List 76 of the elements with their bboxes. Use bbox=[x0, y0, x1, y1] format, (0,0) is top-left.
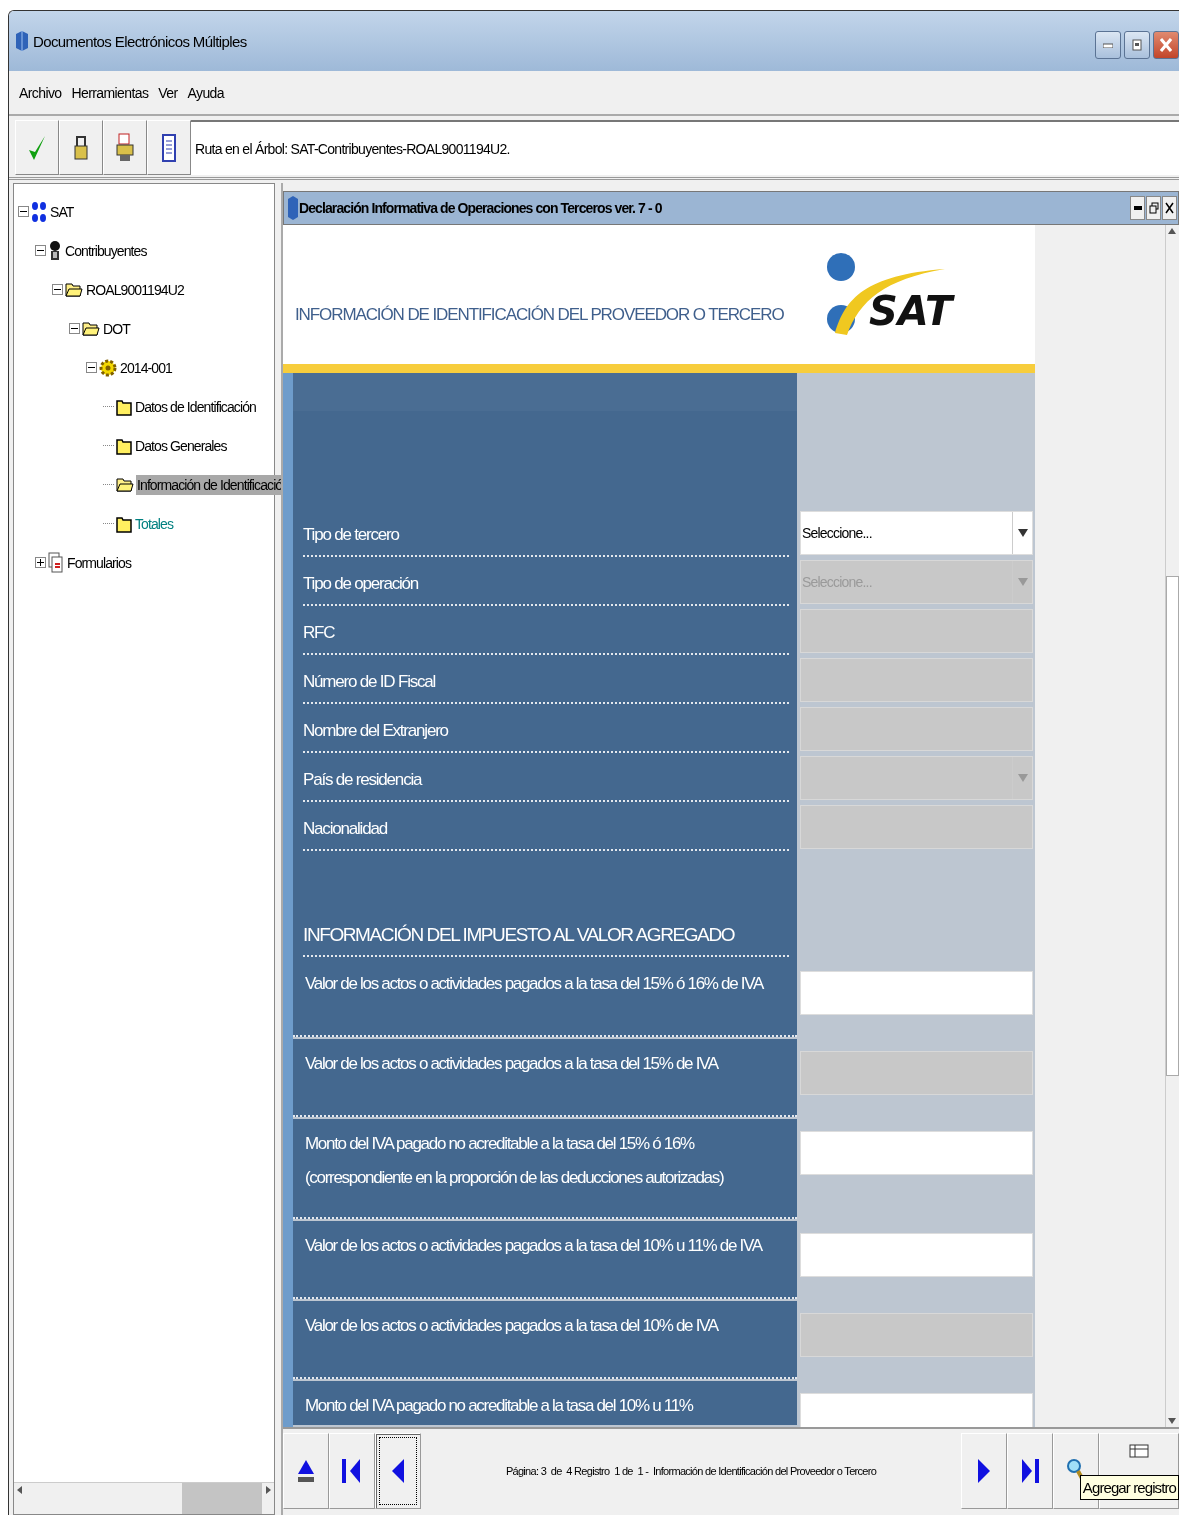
document-title: Declaración Informativa de Operaciones con Terceros ver. 7 - 0 bbox=[299, 200, 663, 216]
field-label: Valor de los actos o actividades pagados a la tasa del 10% de IVA bbox=[305, 1316, 718, 1335]
minimize-button[interactable] bbox=[1130, 196, 1145, 220]
collapse-toggle[interactable] bbox=[52, 284, 63, 295]
field-label: Valor de los actos o actividades pagados a la tasa del 10% u 11% de IVA bbox=[305, 1236, 762, 1255]
app-icon bbox=[15, 30, 29, 52]
close-icon bbox=[1160, 38, 1172, 52]
input-field[interactable] bbox=[800, 1393, 1033, 1427]
menu-item[interactable]: Herramientas bbox=[71, 84, 149, 101]
document-button[interactable] bbox=[147, 120, 191, 175]
person-icon bbox=[48, 239, 62, 262]
tree-item[interactable]: Totales bbox=[134, 513, 175, 534]
menu-item[interactable]: Ayuda bbox=[187, 84, 224, 101]
tree-item[interactable]: Contribuyentes bbox=[64, 240, 148, 261]
section-heading: INFORMACIÓN DEL IMPUESTO AL VALOR AGREGADO bbox=[303, 915, 789, 957]
close-icon bbox=[1165, 202, 1174, 214]
tree-item[interactable]: ROAL9001194U2 bbox=[85, 279, 185, 300]
tree-item[interactable]: Datos Generales bbox=[134, 435, 228, 456]
up-button[interactable] bbox=[283, 1433, 329, 1509]
form-icon bbox=[1129, 1444, 1149, 1458]
printer-icon bbox=[116, 132, 134, 163]
collapse-toggle[interactable] bbox=[18, 206, 29, 217]
menu-item[interactable]: Archivo bbox=[19, 84, 62, 101]
folder-icon bbox=[116, 514, 132, 533]
app-icon bbox=[287, 195, 299, 221]
dropdown-arrow-icon bbox=[1017, 774, 1028, 782]
maximize-icon bbox=[1132, 39, 1142, 51]
padlock-icon bbox=[74, 134, 88, 161]
open-folder-icon bbox=[65, 281, 83, 298]
tree-item[interactable]: Información de Identificació bbox=[136, 474, 284, 495]
tree-item[interactable]: Formularios bbox=[66, 552, 132, 573]
lock-button[interactable] bbox=[59, 120, 103, 175]
folder-icon bbox=[116, 397, 132, 416]
folder-icon bbox=[116, 436, 132, 455]
field-label: Monto del IVA pagado no acreditable a la tasa del 10% u 11% bbox=[305, 1396, 693, 1415]
close-button[interactable] bbox=[1162, 196, 1177, 220]
tree-item[interactable]: DOT bbox=[102, 318, 131, 339]
dropdown-arrow-icon bbox=[1017, 578, 1028, 586]
prev-button[interactable] bbox=[375, 1433, 421, 1509]
last-button[interactable] bbox=[1007, 1433, 1053, 1509]
next-button[interactable] bbox=[961, 1433, 1007, 1509]
tree-path-field: Ruta en el Árbol: SAT-Contribuyentes-ROAL9001194U2. bbox=[191, 120, 1179, 175]
scrollbar-thumb[interactable] bbox=[182, 1483, 262, 1514]
field-label: Valor de los actos o actividades pagados a la tasa del 15% de IVA bbox=[305, 1054, 718, 1073]
document-icon bbox=[162, 133, 176, 162]
scrollbar-thumb[interactable] bbox=[1166, 576, 1179, 1076]
documents-icon bbox=[48, 551, 64, 574]
tooltip: Agregar registro bbox=[1079, 1475, 1179, 1500]
collapse-toggle[interactable] bbox=[35, 245, 46, 256]
field-label: Monto del IVA pagado no acreditable a la tasa del 15% ó 16% (correspondiente en la proporción de las deducciones autorizadas) bbox=[305, 1134, 724, 1187]
window-title: Documentos Electrónicos Múltiples bbox=[33, 32, 248, 50]
input-field[interactable] bbox=[800, 1131, 1033, 1175]
field-label: Valor de los actos o actividades pagados a la tasa del 15% ó 16% de IVA bbox=[305, 974, 764, 993]
maximize-button[interactable] bbox=[1124, 31, 1150, 59]
tree-item[interactable]: Datos de Identificación bbox=[134, 396, 257, 417]
restore-button[interactable] bbox=[1146, 196, 1161, 220]
status-text: Página: 3 de 4 Registro 1 de 1 - Información de Identificación del Proveedor o Tercero bbox=[504, 1465, 878, 1477]
open-folder-icon bbox=[82, 320, 100, 337]
dots-icon bbox=[31, 200, 47, 223]
tree-item[interactable]: SAT bbox=[49, 201, 75, 222]
input-field[interactable] bbox=[800, 971, 1033, 1015]
restore-icon bbox=[1148, 202, 1159, 214]
collapse-toggle[interactable] bbox=[86, 362, 97, 373]
dropdown-field[interactable]: Seleccione... bbox=[800, 511, 1033, 555]
first-button[interactable] bbox=[329, 1433, 375, 1509]
open-folder-icon bbox=[116, 476, 134, 493]
collapse-toggle[interactable] bbox=[69, 323, 80, 334]
menu-item[interactable]: Ver bbox=[158, 84, 178, 101]
dropdown-arrow-icon bbox=[1017, 529, 1028, 537]
print-button[interactable] bbox=[103, 120, 147, 175]
minimize-icon bbox=[1103, 42, 1113, 48]
tree-item[interactable]: 2014-001 bbox=[119, 357, 173, 378]
input-field[interactable] bbox=[800, 1233, 1033, 1277]
minimize-icon bbox=[1133, 206, 1142, 210]
expand-toggle[interactable] bbox=[35, 557, 46, 568]
section-heading: INFORMACIÓN DE IDENTIFICACIÓN DEL PROVEEDOR O TERCERO bbox=[295, 304, 784, 325]
